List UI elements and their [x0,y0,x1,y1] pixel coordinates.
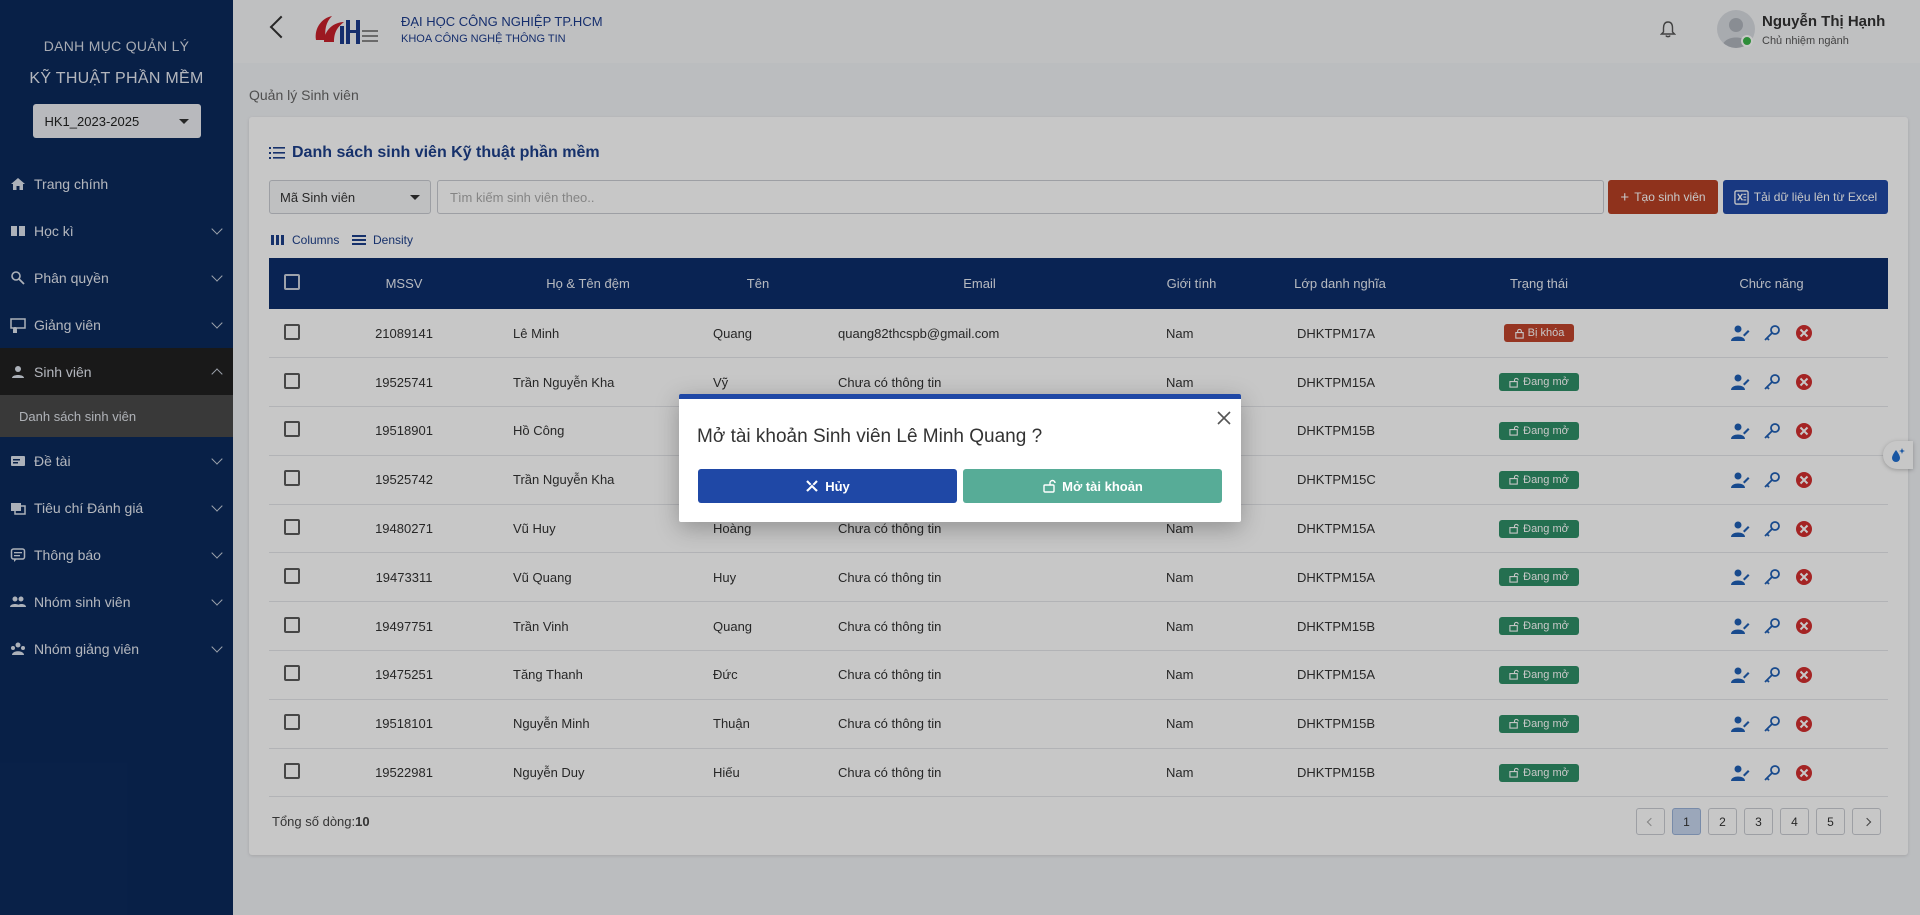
cancel-x-icon [806,480,818,492]
unlock-account-label: Mở tài khoản [1062,478,1143,494]
close-icon[interactable] [1217,411,1231,425]
unlock-account-dialog: Mở tài khoản Sinh viên Lê Minh Quang ? H… [679,394,1241,522]
dialog-title: Mở tài khoản Sinh viên Lê Minh Quang ? [697,426,1043,447]
unlock-icon [1043,479,1056,493]
unlock-account-button[interactable]: Mở tài khoản [963,469,1222,503]
cancel-button[interactable]: Hủy [698,469,957,503]
cancel-label: Hủy [825,478,850,494]
